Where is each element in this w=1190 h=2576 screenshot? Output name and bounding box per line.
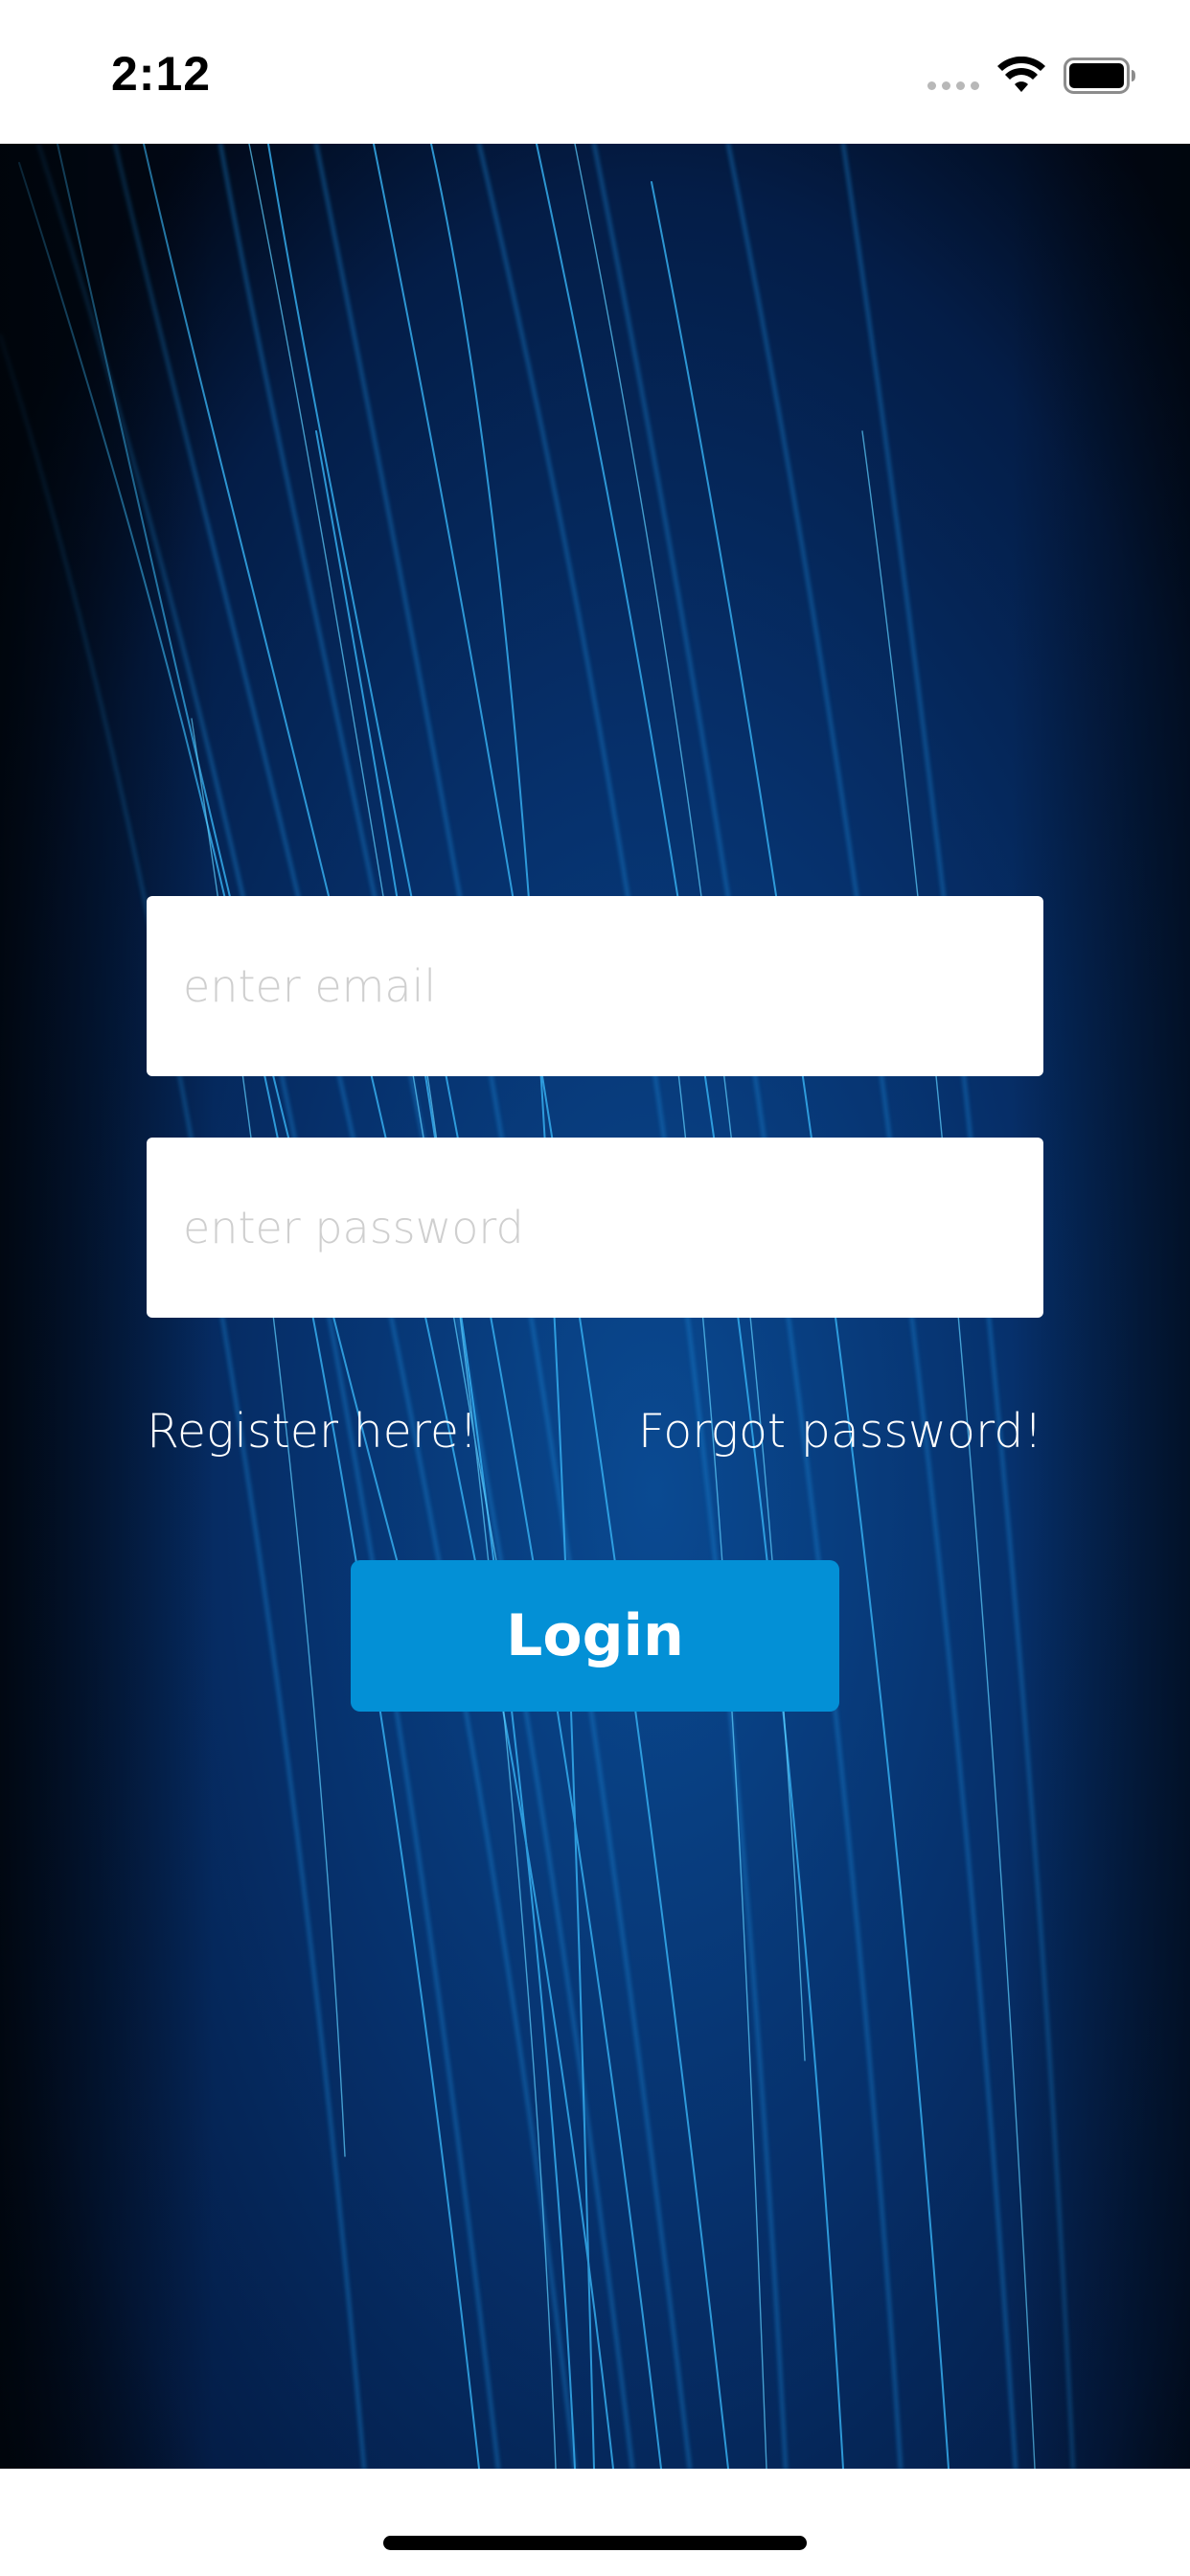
password-input[interactable] (147, 1138, 1043, 1318)
wifi-icon (997, 57, 1045, 92)
forgot-password-link[interactable]: Forgot password! (638, 1404, 1042, 1459)
login-button[interactable]: Login (351, 1560, 839, 1712)
battery-icon (1064, 58, 1135, 94)
home-indicator-area (0, 2469, 1190, 2576)
cellular-signal-icon (927, 80, 979, 90)
home-indicator[interactable] (383, 2536, 807, 2550)
status-bar: 2:12 (0, 0, 1190, 144)
password-field-container (147, 1138, 1043, 1318)
status-time: 2:12 (111, 47, 212, 101)
status-icons (927, 54, 1136, 98)
email-field-container (147, 896, 1043, 1076)
login-screen: Register here! Forgot password! Login (0, 144, 1190, 2469)
email-input[interactable] (147, 896, 1043, 1076)
register-link[interactable]: Register here! (147, 1404, 478, 1459)
